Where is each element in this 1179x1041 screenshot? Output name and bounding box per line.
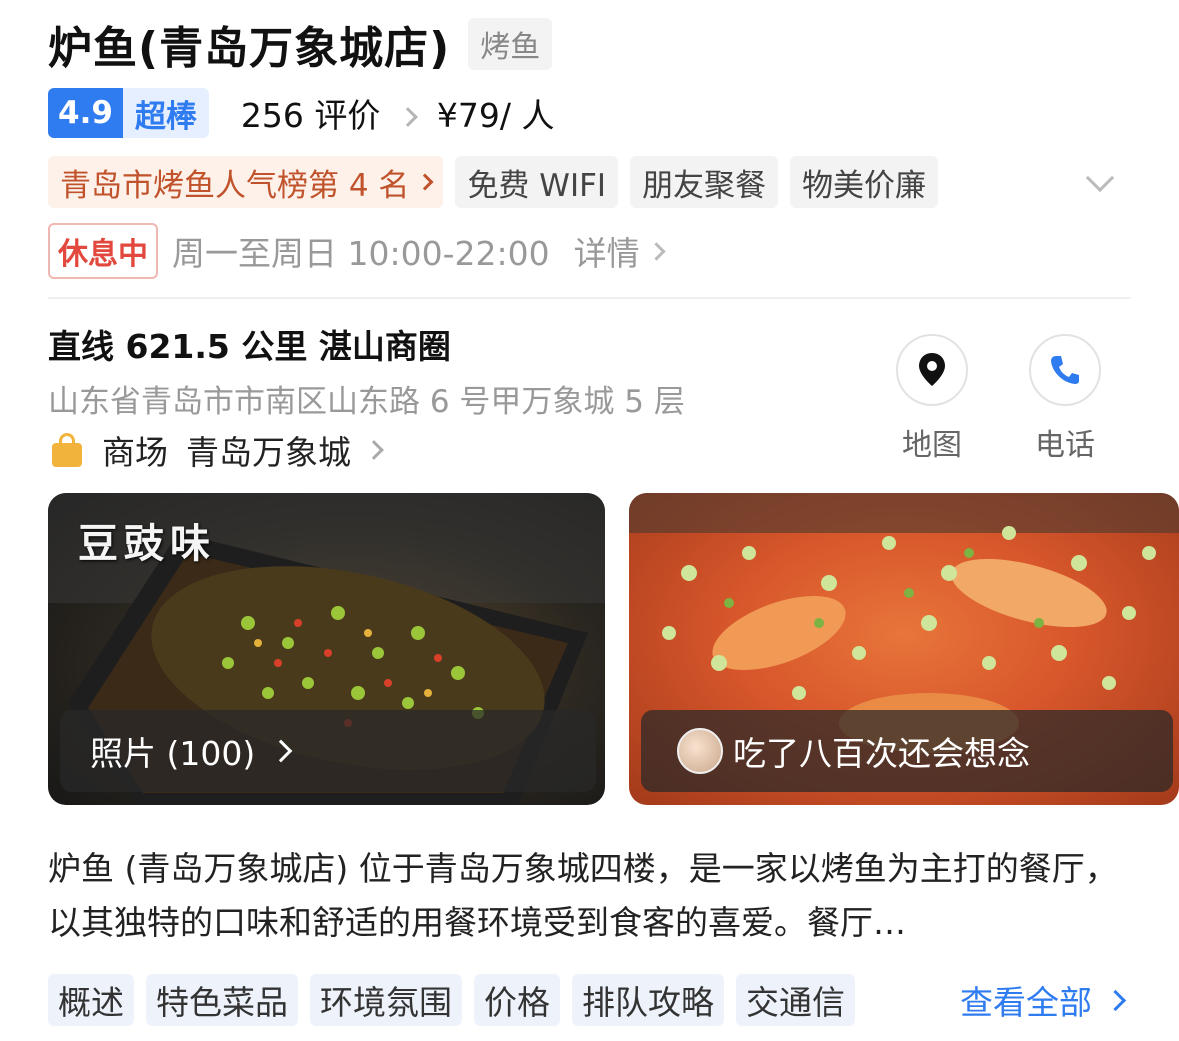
tab-overview[interactable]: 概述 bbox=[48, 974, 134, 1026]
hours-row: 休息中 周一至周日 10:00-22:00 详情 bbox=[48, 223, 666, 279]
review-count-link[interactable]: 256 评价 bbox=[240, 89, 418, 137]
tab-ambience[interactable]: 环境氛围 bbox=[310, 974, 462, 1026]
photo-gallery-thumbnail[interactable]: 豆豉味 照片 (100) bbox=[48, 493, 605, 805]
review-count: 256 评价 bbox=[240, 96, 381, 135]
see-all-label: 查看全部 bbox=[960, 983, 1092, 1022]
tags-row: 青岛市烤鱼人气榜第 4 名 免费 WIFI 朋友聚餐 物美价廉 bbox=[48, 156, 1132, 208]
feature-tag: 物美价廉 bbox=[790, 156, 939, 208]
mall-link[interactable]: 商场 青岛万象城 bbox=[52, 426, 384, 474]
tab-signature-dishes[interactable]: 特色菜品 bbox=[146, 974, 298, 1026]
shopping-bag-icon bbox=[52, 433, 82, 467]
phone-label: 电话 bbox=[1035, 428, 1095, 463]
photo-count-label: 照片 (100) bbox=[90, 734, 256, 773]
topic-tabs: 概述 特色菜品 环境氛围 价格 排队攻略 交通信 查看全部 bbox=[48, 974, 1179, 1026]
tab-transport[interactable]: 交通信 bbox=[736, 974, 855, 1026]
avg-price: ¥79/ 人 bbox=[436, 96, 555, 135]
chevron-down-icon[interactable] bbox=[1085, 163, 1115, 193]
chevron-right-icon bbox=[416, 173, 434, 191]
tab-price[interactable]: 价格 bbox=[474, 974, 560, 1026]
chevron-right-icon bbox=[1104, 989, 1127, 1011]
avatar bbox=[677, 728, 723, 774]
tab-queue-guide[interactable]: 排队攻略 bbox=[572, 974, 724, 1026]
detail-label: 详情 bbox=[573, 234, 640, 273]
rating-row: 4.9 超棒 256 评价 ¥79/ 人 bbox=[48, 88, 555, 138]
chevron-right-icon bbox=[269, 739, 293, 763]
address[interactable]: 山东省青岛市市南区山东路 6 号甲万象城 5 层 bbox=[48, 376, 685, 421]
map-label: 地图 bbox=[902, 428, 962, 463]
map-pin-icon bbox=[896, 334, 968, 406]
chevron-right-icon bbox=[398, 107, 418, 127]
divider bbox=[48, 297, 1131, 299]
restaurant-description[interactable]: 炉鱼 (青岛万象城店) 位于青岛万象城四楼，是一家以烤鱼为主打的餐厅，以其独特的… bbox=[48, 842, 1138, 950]
restaurant-title: 炉鱼(青岛万象城店) bbox=[48, 23, 451, 74]
status-badge: 休息中 bbox=[48, 223, 158, 279]
map-button[interactable]: 地图 bbox=[877, 334, 987, 464]
rating-score: 4.9 bbox=[48, 88, 123, 138]
mall-type: 商场 bbox=[102, 433, 168, 472]
flavor-overlay-text: 豆豉味 bbox=[78, 520, 216, 567]
title-row: 炉鱼(青岛万象城店) 烤鱼 bbox=[48, 12, 553, 76]
chevron-right-icon bbox=[646, 241, 666, 261]
ranking-label: 青岛市烤鱼人气榜第 4 名 bbox=[60, 167, 410, 204]
mall-name: 青岛万象城 bbox=[186, 433, 351, 472]
feature-tag: 朋友聚餐 bbox=[630, 156, 779, 208]
photo-count-pill[interactable]: 照片 (100) bbox=[60, 710, 596, 792]
feature-tag: 免费 WIFI bbox=[455, 156, 619, 208]
distance-business-area: 直线 621.5 公里 湛山商圈 bbox=[48, 327, 451, 366]
review-photo-thumbnail[interactable]: 吃了八百次还会想念 bbox=[629, 493, 1179, 805]
category-tag[interactable]: 烤鱼 bbox=[468, 18, 553, 70]
rating-badge: 4.9 超棒 bbox=[48, 88, 209, 138]
phone-icon bbox=[1029, 334, 1101, 406]
chevron-right-icon bbox=[364, 440, 384, 460]
opening-hours: 周一至周日 10:00-22:00 bbox=[172, 234, 550, 273]
review-snippet: 吃了八百次还会想念 bbox=[733, 734, 1030, 773]
phone-button[interactable]: 电话 bbox=[1010, 334, 1120, 464]
rating-label: 超棒 bbox=[122, 88, 209, 138]
hours-detail-link[interactable]: 详情 bbox=[573, 227, 666, 275]
see-all-button[interactable]: 查看全部 bbox=[930, 974, 1179, 1026]
review-snippet-pill[interactable]: 吃了八百次还会想念 bbox=[641, 710, 1173, 792]
ranking-tag[interactable]: 青岛市烤鱼人气榜第 4 名 bbox=[48, 156, 444, 208]
